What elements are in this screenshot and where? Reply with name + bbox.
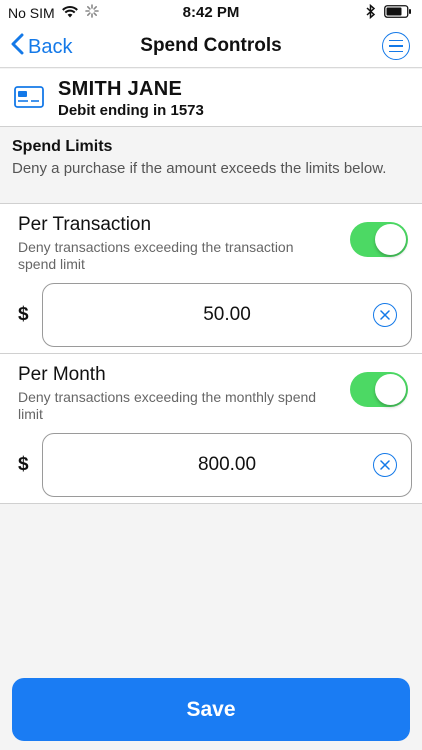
card-header: SMITH JANE Debit ending in 1573 xyxy=(0,69,422,127)
status-right xyxy=(366,3,412,22)
page-title: Spend Controls xyxy=(140,35,282,56)
per-month-section: Per Month Deny transactions exceeding th… xyxy=(0,353,422,503)
clear-x-icon[interactable] xyxy=(373,303,397,327)
currency-symbol: $ xyxy=(18,454,29,475)
per-month-toggle[interactable] xyxy=(350,372,408,407)
per-month-amount-input[interactable] xyxy=(83,434,371,495)
per-transaction-amount-field xyxy=(42,283,412,347)
per-transaction-toggle[interactable] xyxy=(350,222,408,257)
bluetooth-icon xyxy=(366,3,376,22)
clear-x-icon[interactable] xyxy=(373,453,397,477)
per-transaction-description: Deny transactions exceeding the transact… xyxy=(18,239,294,272)
navigation-bar: Back Spend Controls xyxy=(0,24,422,68)
toggle-knob xyxy=(375,224,406,255)
spend-controls-screen: No SIM 8:42 PM Back Spend Controls SMITH… xyxy=(0,0,422,750)
toggle-knob xyxy=(375,374,406,405)
per-month-amount-field xyxy=(42,433,412,497)
save-button[interactable]: Save xyxy=(12,678,410,741)
card-description: Debit ending in 1573 xyxy=(58,102,204,119)
status-time: 8:42 PM xyxy=(182,4,240,21)
per-transaction-section: Per Transaction Deny transactions exceed… xyxy=(0,203,422,353)
menu-icon[interactable] xyxy=(382,32,410,60)
section-title: Spend Limits xyxy=(12,138,113,155)
status-bar: No SIM 8:42 PM xyxy=(0,0,422,24)
section-description: Deny a purchase if the amount exceeds th… xyxy=(12,160,387,177)
per-month-title: Per Month xyxy=(18,364,106,385)
per-month-description: Deny transactions exceeding the monthly … xyxy=(18,389,317,422)
battery-icon xyxy=(384,5,412,21)
per-transaction-title: Per Transaction xyxy=(18,214,152,235)
credit-card-icon xyxy=(14,86,44,113)
spend-limits-header: Spend Limits Deny a purchase if the amou… xyxy=(12,138,412,178)
per-transaction-amount-input[interactable] xyxy=(83,284,371,345)
divider xyxy=(0,503,422,504)
card-holder-name: SMITH JANE xyxy=(58,78,183,100)
currency-symbol: $ xyxy=(18,304,29,325)
